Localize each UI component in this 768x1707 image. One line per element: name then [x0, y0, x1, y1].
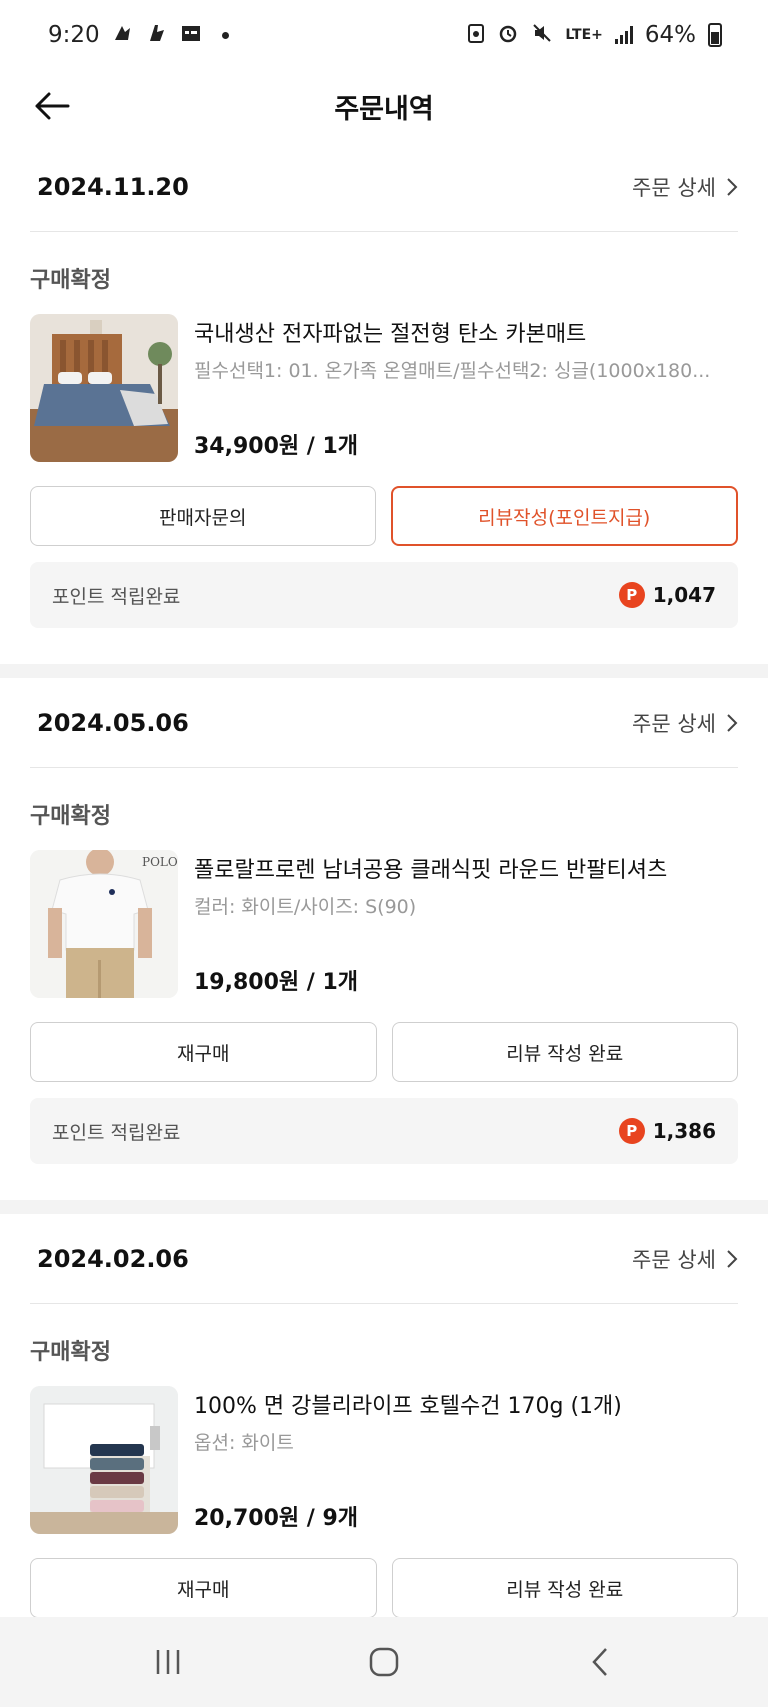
product-name: 폴로랄프로렌 남녀공용 클래식핏 라운드 반팔티셔츠 — [194, 858, 668, 883]
order-detail-link[interactable]: 주문 상세 — [632, 172, 738, 202]
order-date: 2024.11.20 — [37, 172, 189, 201]
point-value: 1,047 — [652, 583, 716, 607]
point-label: 포인트 적립완료 — [52, 585, 181, 608]
signal-icon — [614, 26, 633, 44]
lte-indicator: LTE+ — [565, 27, 603, 43]
header: 주문내역 — [0, 70, 768, 142]
product-option: 컬러: 화이트/사이즈: S(90) — [194, 896, 417, 918]
chevron-left-icon — [592, 1648, 607, 1676]
order-actions: 판매자문의 리뷰작성(포인트지급) — [30, 486, 738, 546]
order-header: 2024.11.20 주문 상세 — [30, 142, 738, 232]
page-title: 주문내역 — [334, 93, 434, 125]
product-item[interactable]: 100% 면 강블리라이프 호텔수건 170g (1개) 옵션: 화이트 20,… — [30, 1386, 738, 1536]
product-info: 폴로랄프로렌 남녀공용 클래식핏 라운드 반팔티셔츠 컬러: 화이트/사이즈: … — [194, 850, 738, 1000]
rebuy-button[interactable]: 재구매 — [30, 1022, 377, 1082]
recent-apps-icon — [156, 1650, 180, 1674]
point-icon: P — [618, 1118, 645, 1144]
system-back-button[interactable] — [560, 1632, 640, 1692]
product-name: 100% 면 강블리라이프 호텔수건 170g (1개) — [194, 1394, 622, 1419]
notification-icon-2 — [146, 22, 168, 49]
order-actions: 재구매 리뷰 작성 완료 — [30, 1022, 738, 1082]
point-value: 1,386 — [652, 1119, 716, 1143]
contact-seller-button[interactable]: 판매자문의 — [30, 486, 376, 546]
system-nav-bar — [0, 1617, 768, 1707]
rebuy-button[interactable]: 재구매 — [30, 1558, 377, 1617]
product-option: 옵션: 화이트 — [194, 1432, 294, 1454]
order-header: 2024.02.06 주문 상세 — [30, 1214, 738, 1304]
point-box: 포인트 적립완료 P 1,047 — [30, 562, 738, 628]
review-done-button[interactable]: 리뷰 작성 완료 — [391, 1022, 738, 1082]
more-notifications-dot — [221, 31, 229, 39]
point-box: 포인트 적립완료 P 1,386 — [30, 1098, 738, 1164]
product-thumbnail[interactable]: POLO — [30, 850, 178, 998]
order-status: 구매확정 — [30, 268, 111, 293]
order-card: 2024.02.06 주문 상세 구매확정 100% 면 강블리라이프 호텔수건… — [0, 1214, 768, 1617]
order-detail-link[interactable]: 주문 상세 — [632, 1244, 738, 1274]
point-value-wrap: P 1,386 — [618, 1118, 716, 1144]
polo-logo-text: POLO — [142, 855, 178, 869]
home-button[interactable] — [344, 1632, 424, 1692]
status-left: 9:20 — [48, 22, 229, 49]
section-divider — [0, 664, 768, 678]
order-header: 2024.05.06 주문 상세 — [30, 678, 738, 768]
order-detail-label: 주문 상세 — [632, 1247, 716, 1272]
back-button[interactable] — [30, 86, 74, 126]
product-price-qty: 20,700원 / 9개 — [194, 1506, 359, 1531]
product-price-qty: 34,900원 / 1개 — [194, 434, 359, 459]
recycle-icon — [467, 22, 485, 49]
product-name: 국내생산 전자파없는 절전형 탄소 카본매트 — [194, 322, 587, 347]
order-list[interactable]: 2024.11.20 주문 상세 구매확정 국내생산 전자파없는 절전형 탄소 … — [0, 142, 768, 1617]
order-status: 구매확정 — [30, 1340, 111, 1365]
product-option: 필수선택1: 01. 온가족 온열매트/필수선택2: 싱글(1000x180..… — [194, 360, 711, 382]
section-divider — [0, 1200, 768, 1214]
home-icon — [369, 1647, 399, 1677]
chevron-right-icon — [727, 713, 738, 732]
point-value-wrap: P 1,047 — [618, 582, 716, 608]
battery-icon — [708, 23, 722, 47]
order-card: 2024.11.20 주문 상세 구매확정 국내생산 전자파없는 절전형 탄소 … — [0, 142, 768, 628]
point-label: 포인트 적립완료 — [52, 1121, 181, 1144]
calendar-icon — [180, 22, 202, 49]
status-time: 9:20 — [48, 22, 100, 48]
order-detail-label: 주문 상세 — [632, 175, 716, 200]
notification-icon — [112, 22, 134, 49]
product-info: 국내생산 전자파없는 절전형 탄소 카본매트 필수선택1: 01. 온가족 온열… — [194, 314, 738, 464]
order-detail-link[interactable]: 주문 상세 — [632, 708, 738, 738]
status-right: LTE+ 64% — [467, 22, 722, 49]
order-status: 구매확정 — [30, 804, 111, 829]
product-item[interactable]: POLO 폴로랄프로렌 남녀공용 클래식핏 라운드 반팔티셔츠 컬러: 화이트/… — [30, 850, 738, 1000]
order-date: 2024.02.06 — [37, 1244, 189, 1273]
status-bar: 9:20 LTE+ 64% — [0, 0, 768, 70]
battery-percent: 64% — [644, 22, 696, 48]
order-detail-label: 주문 상세 — [632, 711, 716, 736]
alarm-icon — [497, 22, 519, 49]
point-icon: P — [618, 582, 645, 608]
order-card: 2024.05.06 주문 상세 구매확정 POLO 폴로랄프로렌 남녀공용 클… — [0, 678, 768, 1164]
product-price-qty: 19,800원 / 1개 — [194, 970, 359, 995]
product-info: 100% 면 강블리라이프 호텔수건 170g (1개) 옵션: 화이트 20,… — [194, 1386, 738, 1536]
review-done-button[interactable]: 리뷰 작성 완료 — [391, 1558, 738, 1617]
mute-icon — [531, 22, 553, 49]
write-review-button[interactable]: 리뷰작성(포인트지급) — [390, 486, 738, 546]
chevron-right-icon — [727, 177, 738, 196]
order-actions: 재구매 리뷰 작성 완료 — [30, 1558, 738, 1617]
arrow-left-icon — [35, 92, 70, 120]
chevron-right-icon — [727, 1249, 738, 1268]
product-thumbnail[interactable] — [30, 1386, 178, 1534]
product-item[interactable]: 국내생산 전자파없는 절전형 탄소 카본매트 필수선택1: 01. 온가족 온열… — [30, 314, 738, 464]
order-date: 2024.05.06 — [37, 708, 189, 737]
product-thumbnail[interactable] — [30, 314, 178, 462]
recent-apps-button[interactable] — [128, 1632, 208, 1692]
